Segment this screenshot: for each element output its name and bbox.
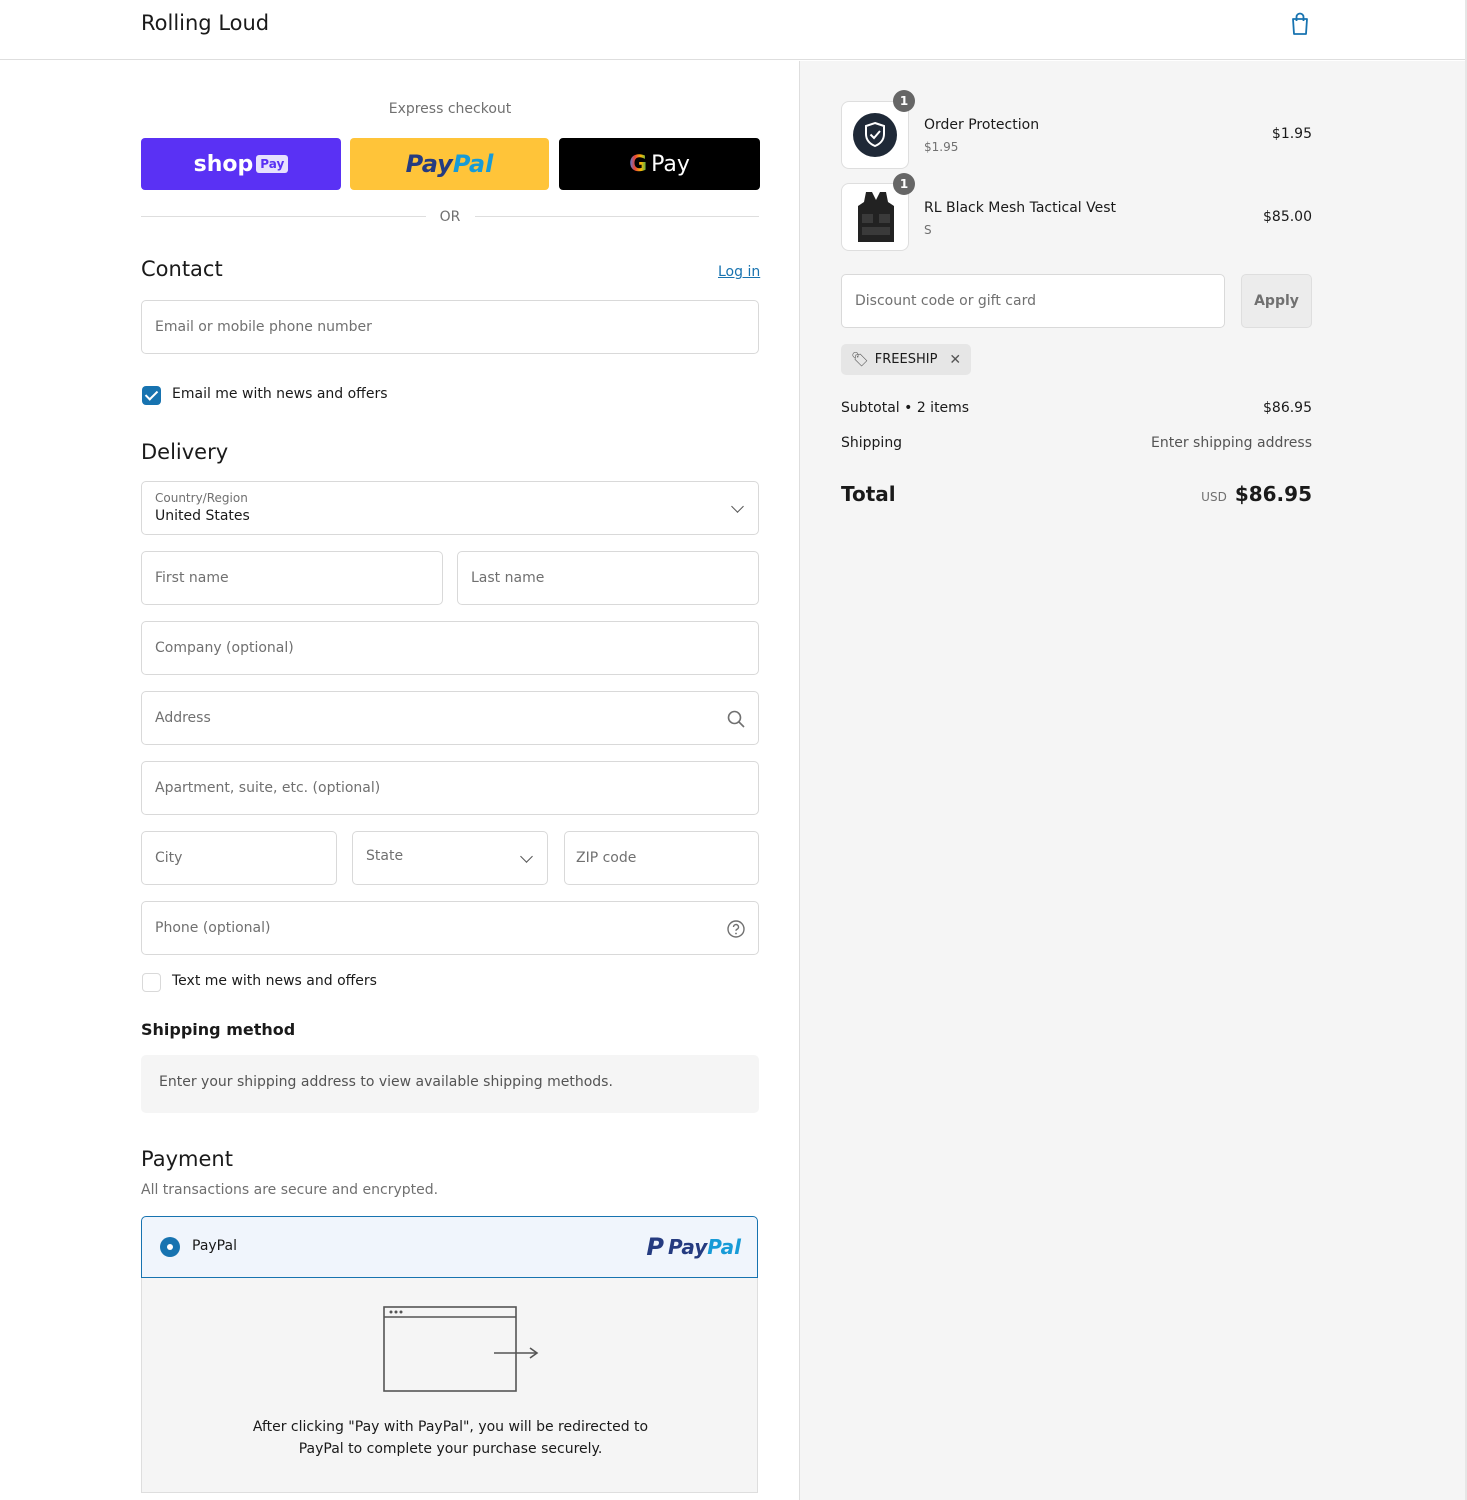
browser-redirect-icon (383, 1306, 539, 1392)
apartment-input[interactable] (142, 762, 758, 814)
sms-label: Text me with news and offers (172, 973, 377, 989)
paypal-text-pal: Pal (452, 150, 494, 178)
city-input[interactable] (142, 832, 336, 884)
login-link[interactable]: Log in (718, 264, 760, 280)
item-variant: S (924, 223, 932, 237)
chevron-down-icon (520, 850, 533, 863)
paypal-redirect-panel: After clicking "Pay with PayPal", you wi… (141, 1278, 758, 1493)
total-amount: $86.95 (1234, 482, 1312, 506)
order-summary: 1 Order Protection $1.95 $1.95 1 RL Blac… (799, 61, 1465, 1500)
country-value: United States (155, 508, 250, 524)
paypal-option-label: PayPal (192, 1238, 237, 1254)
country-select[interactable]: Country/Region United States (141, 481, 759, 535)
payment-title: Payment (141, 1147, 233, 1171)
google-g-icon: G (629, 151, 648, 177)
delivery-title: Delivery (141, 440, 229, 464)
quantity-badge: 1 (893, 90, 915, 112)
company-field[interactable] (141, 621, 759, 675)
paypal-radio[interactable] (160, 1237, 180, 1257)
shop-pay-badge: Pay (256, 155, 289, 173)
company-input[interactable] (142, 622, 758, 674)
vest-icon (858, 192, 894, 242)
city-field[interactable] (141, 831, 337, 885)
or-divider-left (141, 216, 426, 217)
shield-icon (853, 113, 897, 157)
paypal-logo-pal: Pal (707, 1235, 741, 1259)
shipping-method-title: Shipping method (141, 1020, 296, 1039)
sms-checkbox[interactable] (142, 973, 161, 992)
discount-chip: 🏷 FREESHIP ✕ (841, 344, 971, 375)
address-input[interactable] (142, 692, 758, 744)
total-value: USD $86.95 (1112, 482, 1312, 506)
shipping-method-message: Enter your shipping address to view avai… (159, 1074, 613, 1090)
item-price: $85.00 (1263, 209, 1312, 225)
paypal-redirect-message: After clicking "Pay with PayPal", you wi… (142, 1416, 759, 1460)
phone-input[interactable] (142, 902, 758, 954)
subtotal-value: $86.95 (1263, 400, 1312, 416)
contact-title: Contact (141, 257, 223, 281)
checkout-form: Express checkout shop Pay Pay Pal G Pay O… (0, 61, 799, 1500)
paypal-logo-pay: Pay (667, 1235, 708, 1259)
state-select[interactable]: State (352, 831, 548, 885)
shopping-bag-icon[interactable] (1289, 12, 1311, 36)
item-name: Order Protection (924, 117, 1040, 133)
address-field[interactable] (141, 691, 759, 745)
newsletter-label: Email me with news and offers (172, 386, 388, 402)
total-label: Total (841, 482, 896, 506)
apply-button[interactable]: Apply (1241, 274, 1312, 328)
paypal-logo: P Pay Pal (646, 1233, 741, 1261)
newsletter-checkbox[interactable] (142, 386, 161, 405)
item-price: $1.95 (1271, 126, 1312, 142)
discount-field[interactable] (841, 274, 1225, 328)
or-divider-right (475, 216, 759, 217)
header: Rolling Loud (0, 0, 1465, 60)
google-pay-text: Pay (651, 151, 690, 177)
chevron-down-icon (731, 500, 744, 513)
shop-pay-button[interactable]: shop Pay (141, 138, 341, 190)
apartment-field[interactable] (141, 761, 759, 815)
item-thumbnail (841, 101, 909, 169)
email-field[interactable] (141, 300, 759, 354)
paypal-p-icon: P (646, 1233, 664, 1261)
shipping-value: Enter shipping address (1151, 435, 1312, 451)
discount-input[interactable] (842, 275, 1224, 327)
redirect-line-1: After clicking "Pay with PayPal", you wi… (252, 1419, 649, 1435)
close-icon[interactable]: ✕ (949, 352, 961, 368)
search-icon (727, 710, 745, 728)
state-placeholder: State (366, 848, 404, 864)
first-name-field[interactable] (141, 551, 443, 605)
tag-icon: 🏷 (851, 351, 869, 368)
or-divider-text: OR (439, 209, 461, 225)
zip-input[interactable] (565, 832, 758, 884)
subtotal-label: Subtotal • 2 items (841, 400, 970, 416)
shipping-method-box: Enter your shipping address to view avai… (141, 1055, 759, 1113)
payment-option-paypal[interactable]: PayPal P Pay Pal (141, 1216, 758, 1278)
express-checkout-label: Express checkout (388, 101, 512, 117)
last-name-field[interactable] (457, 551, 759, 605)
store-logo[interactable]: Rolling Loud (141, 11, 269, 35)
help-icon[interactable] (726, 919, 746, 939)
paypal-express-button[interactable]: Pay Pal (350, 138, 549, 190)
shipping-label: Shipping (841, 435, 903, 451)
currency-code: USD (1201, 490, 1227, 504)
country-label: Country/Region (155, 491, 248, 505)
item-name: RL Black Mesh Tactical Vest (924, 200, 1117, 216)
item-variant: $1.95 (924, 140, 959, 154)
first-name-input[interactable] (142, 552, 442, 604)
last-name-input[interactable] (458, 552, 758, 604)
zip-field[interactable] (564, 831, 759, 885)
google-pay-button[interactable]: G Pay (559, 138, 760, 190)
paypal-text-pay: Pay (405, 150, 453, 178)
redirect-line-2: PayPal to complete your purchase securel… (298, 1441, 603, 1457)
phone-field[interactable] (141, 901, 759, 955)
payment-subtitle: All transactions are secure and encrypte… (141, 1182, 439, 1198)
email-input[interactable] (142, 301, 758, 353)
quantity-badge: 1 (893, 173, 915, 195)
shop-pay-text: shop (193, 151, 254, 177)
discount-code: FREESHIP (874, 352, 938, 367)
